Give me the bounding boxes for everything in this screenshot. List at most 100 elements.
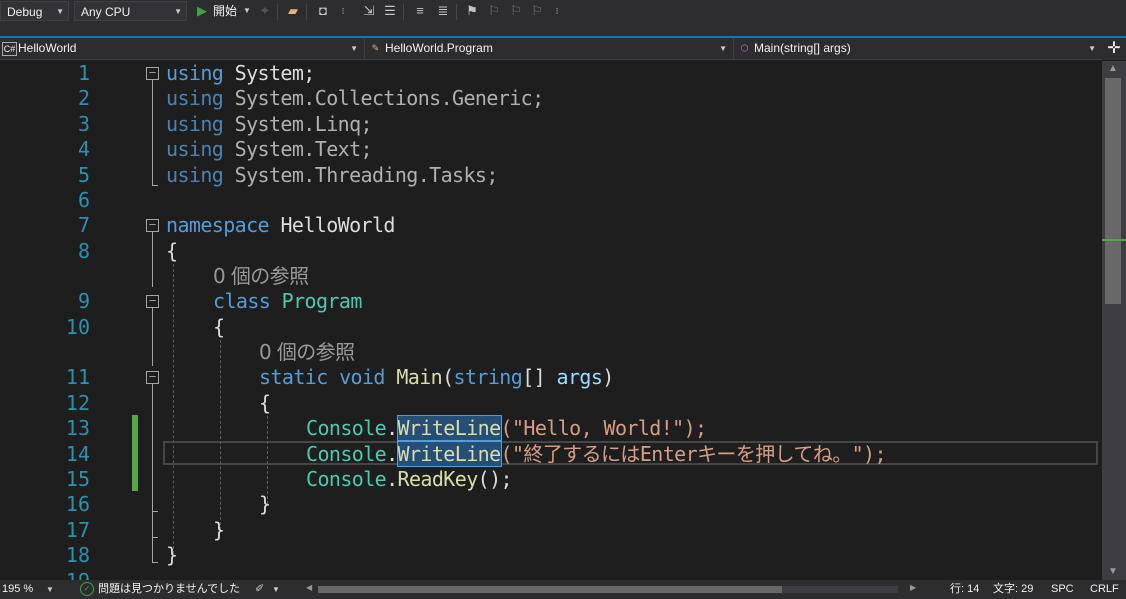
start-button[interactable]: 開始 (213, 3, 237, 19)
overflow-icon[interactable]: ⁝ (334, 3, 352, 19)
code-line: Console.WriteLine("Hello, World!"); (306, 415, 707, 441)
fold-line (152, 537, 158, 538)
string-literal: ("終了するにはEnterキーを押してね。"); (500, 442, 887, 466)
prev-bookmark-icon[interactable]: ⚐ (485, 3, 503, 19)
line-number: 5 (77, 163, 90, 187)
code-line: } (213, 518, 225, 542)
code-line: { (166, 239, 178, 263)
brush-icon[interactable]: ✐ (255, 580, 264, 599)
separator (306, 4, 307, 20)
collapse-icon[interactable]: − (146, 294, 159, 308)
code-line: { (213, 315, 225, 339)
line-number: 18 (65, 543, 90, 567)
line-number: 19 (40, 569, 90, 580)
fold-line (152, 384, 153, 562)
code-line: using System.Text; (166, 137, 373, 161)
spacing-mode[interactable]: SPC (1051, 580, 1074, 599)
member-dropdown[interactable]: ⬡ Main(string[] args) ▼ (736, 38, 1102, 59)
class-label: HelloWorld.Program (385, 41, 493, 55)
code-line: namespace HelloWorld (166, 213, 395, 237)
project-dropdown[interactable]: C# HelloWorld ▼ (0, 38, 365, 59)
code-line: using System.Collections.Generic; (166, 86, 544, 110)
next-bookmark-icon[interactable]: ⚐ (507, 3, 525, 19)
code-line: Console.WriteLine("終了するにはEnterキーを押してね。")… (306, 441, 887, 467)
chevron-down-icon: ▼ (350, 44, 358, 53)
class-dropdown[interactable]: ✎ HelloWorld.Program ▼ (367, 38, 734, 59)
toolbar: Debug ▼ Any CPU ▼ ▶ 開始 ▼ ✦ ▰ ◘ ⁝ ⇲ ☰ ≡ ≣… (0, 0, 1126, 37)
codelens-references[interactable]: 0 個の参照 (259, 340, 355, 365)
project-label: HelloWorld (18, 41, 77, 55)
class-name: Program (281, 289, 363, 313)
indent-guide (220, 340, 221, 530)
class-icon: ✎ (371, 43, 380, 53)
line-number: 17 (65, 518, 90, 542)
separator (403, 4, 404, 20)
fold-line (152, 80, 153, 185)
csharp-project-icon: C# (2, 42, 17, 56)
line-number: 16 (65, 492, 90, 516)
start-icon[interactable]: ▶ (193, 3, 211, 19)
chevron-down-icon[interactable]: ▼ (272, 580, 280, 599)
fold-line (152, 308, 153, 366)
code-line: { (259, 391, 271, 415)
separator (456, 4, 457, 20)
indent-guide (173, 264, 174, 554)
outdent-icon[interactable]: ≡ (411, 3, 429, 19)
fold-line (152, 232, 153, 287)
chevron-down-icon: ▼ (174, 7, 182, 16)
format-icon[interactable]: ☰ (381, 3, 399, 19)
codelens-references[interactable]: 0 個の参照 (213, 264, 309, 289)
scroll-right-icon[interactable]: ▶ (910, 583, 916, 592)
collapse-icon[interactable]: − (146, 370, 159, 384)
member-label: Main(string[] args) (754, 41, 851, 55)
clear-bookmarks-icon[interactable]: ⚐ (528, 3, 546, 19)
start-dropdown-icon[interactable]: ▼ (243, 3, 251, 19)
line-ending[interactable]: CRLF (1090, 580, 1119, 599)
vertical-scrollbar[interactable]: ▲ ▼ (1102, 61, 1126, 580)
camera-icon[interactable]: ◘ (314, 3, 332, 19)
chevron-down-icon: ▼ (719, 44, 727, 53)
split-icon[interactable]: ✛ (1102, 38, 1126, 60)
scrollbar-thumb[interactable] (1105, 78, 1121, 304)
collapse-icon[interactable]: − (146, 218, 159, 232)
indent-icon[interactable]: ≣ (434, 3, 452, 19)
line-number: 12 (65, 391, 90, 415)
fold-line (152, 185, 158, 186)
code-line: static void Main(string[] args) (259, 365, 614, 389)
scroll-up-icon[interactable]: ▲ (1108, 63, 1118, 74)
zoom-level[interactable]: 195 % (2, 580, 33, 599)
code-editor[interactable]: 1 2 3 4 5 6 7 8 9 10 11 12 13 14 15 16 1… (0, 61, 1102, 580)
line-number: 2 (77, 86, 90, 110)
config-dropdown[interactable]: Debug ▼ (0, 1, 69, 21)
cursor-char[interactable]: 文字: 29 (993, 580, 1033, 599)
collapse-icon[interactable]: − (146, 66, 159, 80)
line-number: 15 (65, 467, 90, 491)
zoom-chevron-down-icon[interactable]: ▼ (46, 580, 54, 599)
cursor-line[interactable]: 行: 14 (950, 580, 979, 599)
horizontal-scrollbar[interactable]: ◀ ▶ (304, 583, 918, 595)
code-line: } (166, 543, 178, 567)
bookmark-icon[interactable]: ⚑ (463, 3, 481, 19)
fold-line (152, 511, 158, 512)
hot-reload-icon[interactable]: ✦ (256, 3, 274, 19)
code-line: Console.ReadKey(); (306, 467, 513, 491)
code-line: using System; (166, 61, 315, 85)
change-marker (1102, 239, 1126, 241)
scrollbar-thumb[interactable] (318, 586, 782, 593)
overflow-icon[interactable]: ⁝ (548, 3, 566, 19)
line-number: 10 (65, 315, 90, 339)
separator (277, 4, 278, 20)
line-number: 14 (65, 442, 90, 466)
scroll-left-icon[interactable]: ◀ (306, 583, 312, 592)
line-number: 4 (77, 137, 90, 161)
platform-dropdown[interactable]: Any CPU ▼ (74, 1, 187, 21)
line-number: 9 (77, 289, 90, 313)
scroll-down-icon[interactable]: ▼ (1108, 566, 1118, 577)
issues-status[interactable]: 問題は見つかりませんでした (98, 580, 240, 599)
step-icon[interactable]: ⇲ (360, 3, 378, 19)
folder-icon[interactable]: ▰ (284, 3, 302, 19)
method-icon: ⬡ (740, 43, 749, 53)
navigation-bar: C# HelloWorld ▼ ✎ HelloWorld.Program ▼ ⬡… (0, 38, 1126, 60)
chevron-down-icon: ▼ (1088, 44, 1096, 53)
code-line: } (259, 492, 271, 516)
